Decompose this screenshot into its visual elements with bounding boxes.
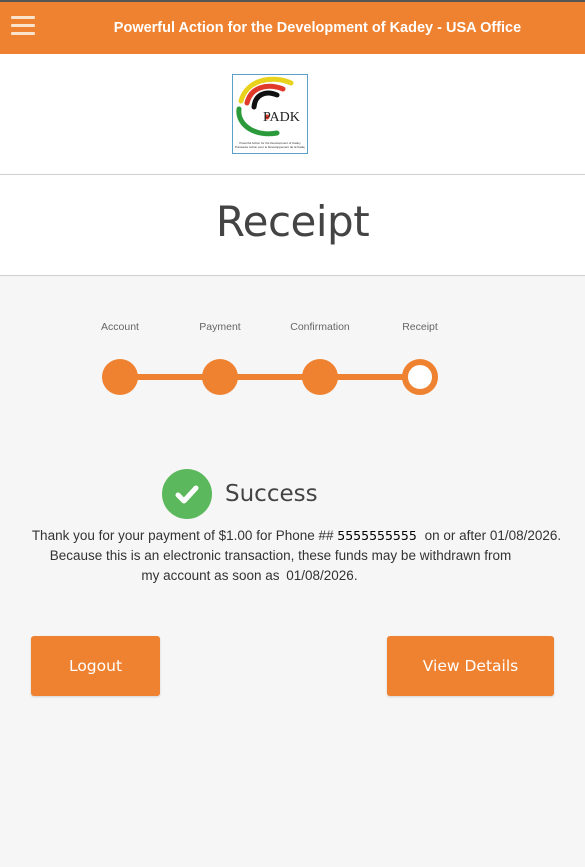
view-details-button[interactable]: View Details	[387, 636, 554, 696]
payment-message-prefix: Thank you for your payment of $1.00 for …	[31, 528, 334, 543]
success-text: Success	[225, 481, 318, 507]
step-dot-confirmation	[302, 359, 338, 395]
step-label-receipt: Receipt	[402, 321, 438, 333]
step-dot-receipt-current	[402, 359, 438, 395]
step-dot-payment	[202, 359, 238, 395]
padk-logo: PADK Powerful Action for the Development…	[232, 74, 308, 154]
step-dot-account	[102, 359, 138, 395]
progress-stepper: Account Payment Confirmation Receipt	[0, 300, 585, 410]
step-connector-line	[120, 374, 420, 380]
app-header: Powerful Action for the Development of K…	[0, 0, 585, 54]
logo-caption-line2: Puissante Action pour le Développement d…	[235, 146, 305, 149]
hamburger-menu-icon[interactable]	[11, 16, 35, 38]
withdrawal-date: 01/08/2026.	[286, 568, 358, 583]
logo-section: PADK Powerful Action for the Development…	[0, 54, 585, 175]
padk-logo-graphic: PADK	[236, 76, 300, 137]
app-title: Powerful Action for the Development of K…	[113, 20, 522, 36]
payment-message-line1: Thank you for your payment of $1.00 for …	[4, 528, 585, 543]
page-title: Receipt	[215, 197, 370, 246]
payment-message-suffix: on or after 01/08/2026.	[424, 528, 562, 543]
check-circle-icon	[162, 469, 212, 519]
payment-message-line3: my account as soon as 01/08/2026.	[0, 568, 542, 583]
step-label-confirmation: Confirmation	[290, 321, 350, 333]
logout-button[interactable]: Logout	[31, 636, 160, 696]
phone-number: 5555555555	[337, 528, 417, 543]
logo-letters: PADK	[263, 110, 300, 125]
logo-caption-line1: Powerful Action for the Development of K…	[239, 142, 301, 145]
step-label-account: Account	[101, 321, 139, 333]
title-section: Receipt	[0, 175, 585, 276]
step-label-payment: Payment	[199, 321, 241, 333]
payment-message-line3-prefix: my account as soon as	[141, 568, 280, 583]
payment-message-line2: Because this is an electronic transactio…	[49, 548, 512, 563]
